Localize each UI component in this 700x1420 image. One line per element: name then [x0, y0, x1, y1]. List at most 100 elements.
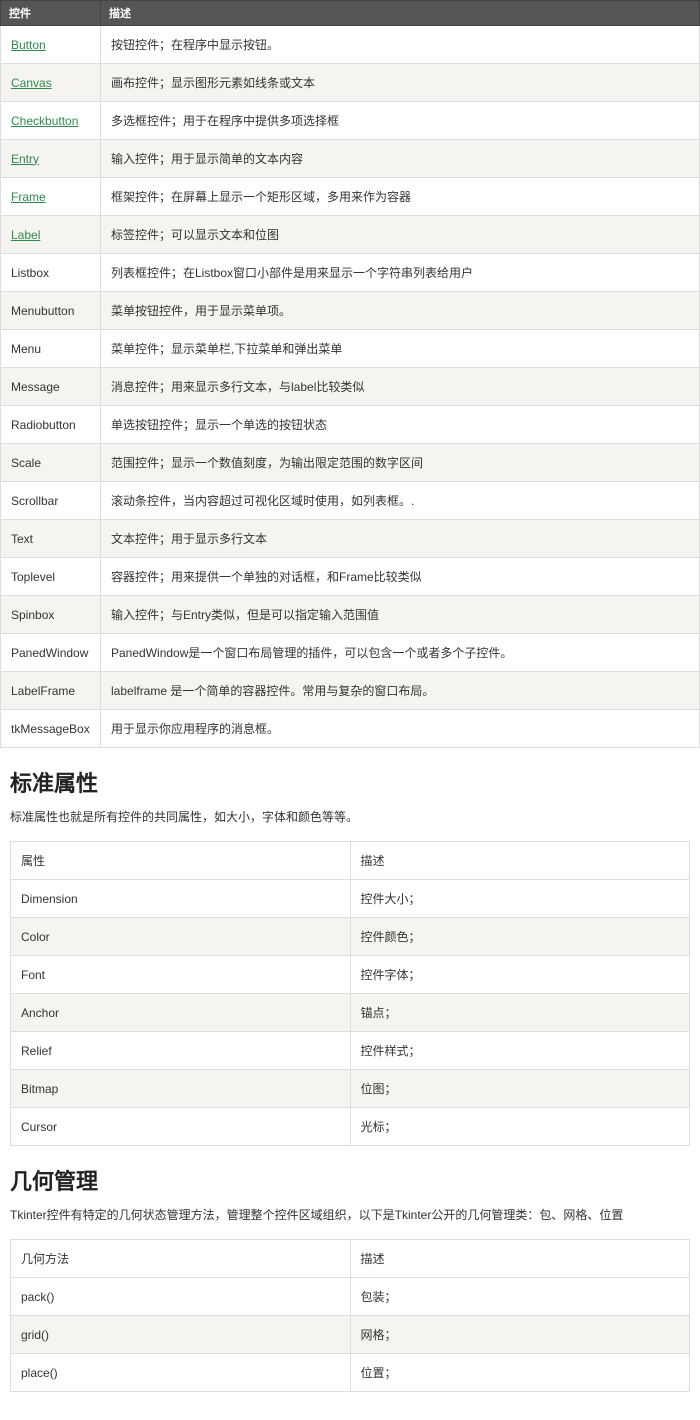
- widgets-header-desc: 描述: [101, 1, 700, 26]
- desc-cell: 控件字体；: [350, 956, 690, 994]
- widget-name-cell: Button: [1, 26, 101, 64]
- table-row: tkMessageBox用于显示你应用程序的消息框。: [1, 710, 700, 748]
- widget-name-cell: Menubutton: [1, 292, 101, 330]
- widget-name-cell: Scale: [1, 444, 101, 482]
- desc-cell: 控件样式；: [350, 1032, 690, 1070]
- desc-cell: 控件大小；: [350, 880, 690, 918]
- table-row: Label 标签控件；可以显示文本和位图: [1, 216, 700, 254]
- table-row: place()位置；: [11, 1354, 690, 1392]
- table-row: Listbox列表框控件；在Listbox窗口小部件是用来显示一个字符串列表给用…: [1, 254, 700, 292]
- attrs-header-name: 属性: [11, 842, 351, 880]
- widget-name-cell: Label: [1, 216, 101, 254]
- desc-cell: 锚点；: [350, 994, 690, 1032]
- table-row: pack()包装；: [11, 1278, 690, 1316]
- table-row: Checkbutton多选框控件；用于在程序中提供多项选择框: [1, 102, 700, 140]
- geom-intro: Tkinter控件有特定的几何状态管理方法，管理整个控件区域组织，以下是Tkin…: [10, 1206, 690, 1225]
- name-cell: Font: [11, 956, 351, 994]
- table-row: Font控件字体；: [11, 956, 690, 994]
- widget-desc-cell: 框架控件；在屏幕上显示一个矩形区域，多用来作为容器: [101, 178, 700, 216]
- widget-desc-cell: 输入控件；与Entry类似，但是可以指定输入范围值: [101, 596, 700, 634]
- desc-cell: 光标；: [350, 1108, 690, 1146]
- table-row: Frame 框架控件；在屏幕上显示一个矩形区域，多用来作为容器: [1, 178, 700, 216]
- table-row: Relief控件样式；: [11, 1032, 690, 1070]
- geom-header-desc: 描述: [350, 1240, 690, 1278]
- widget-desc-cell: 用于显示你应用程序的消息框。: [101, 710, 700, 748]
- desc-cell: 包装；: [350, 1278, 690, 1316]
- widget-name-cell: Entry: [1, 140, 101, 178]
- widget-link[interactable]: Entry: [11, 152, 39, 166]
- widget-name-cell: PanedWindow: [1, 634, 101, 672]
- table-row: Cursor光标；: [11, 1108, 690, 1146]
- widget-desc-cell: 范围控件；显示一个数值刻度，为输出限定范围的数字区间: [101, 444, 700, 482]
- widget-name-cell: Text: [1, 520, 101, 558]
- widget-desc-cell: 标签控件；可以显示文本和位图: [101, 216, 700, 254]
- table-row: Anchor锚点；: [11, 994, 690, 1032]
- desc-cell: 位置；: [350, 1354, 690, 1392]
- table-row: Menubutton菜单按钮控件，用于显示菜单项。: [1, 292, 700, 330]
- geom-table: 几何方法 描述 pack()包装；grid()网格；place()位置；: [10, 1239, 690, 1392]
- widget-desc-cell: 按钮控件；在程序中显示按钮。: [101, 26, 700, 64]
- widget-name-cell: Radiobutton: [1, 406, 101, 444]
- attrs-table: 属性 描述 Dimension控件大小；Color控件颜色；Font控件字体；A…: [10, 841, 690, 1146]
- table-row: Canvas 画布控件；显示图形元素如线条或文本: [1, 64, 700, 102]
- widget-link[interactable]: Button: [11, 38, 46, 52]
- table-row: Message消息控件；用来显示多行文本，与label比较类似: [1, 368, 700, 406]
- widget-desc-cell: 滚动条控件，当内容超过可视化区域时使用，如列表框。.: [101, 482, 700, 520]
- widget-desc-cell: labelframe 是一个简单的容器控件。常用与复杂的窗口布局。: [101, 672, 700, 710]
- widget-name-cell: tkMessageBox: [1, 710, 101, 748]
- widget-link[interactable]: Checkbutton: [11, 114, 78, 128]
- widget-link[interactable]: Label: [11, 228, 40, 242]
- table-row: Bitmap位图；: [11, 1070, 690, 1108]
- widget-desc-cell: PanedWindow是一个窗口布局管理的插件，可以包含一个或者多个子控件。: [101, 634, 700, 672]
- widget-desc-cell: 画布控件；显示图形元素如线条或文本: [101, 64, 700, 102]
- widget-link[interactable]: Canvas: [11, 76, 52, 90]
- widget-link[interactable]: Frame: [11, 190, 46, 204]
- name-cell: Cursor: [11, 1108, 351, 1146]
- geom-heading: 几何管理: [10, 1164, 690, 1196]
- name-cell: grid(): [11, 1316, 351, 1354]
- table-row: PanedWindowPanedWindow是一个窗口布局管理的插件，可以包含一…: [1, 634, 700, 672]
- widgets-table: 控件 描述 Button按钮控件；在程序中显示按钮。Canvas画布控件；显示图…: [0, 0, 700, 748]
- widget-name-cell: Toplevel: [1, 558, 101, 596]
- attrs-intro: 标准属性也就是所有控件的共同属性，如大小，字体和颜色等等。: [10, 808, 690, 827]
- name-cell: Anchor: [11, 994, 351, 1032]
- widget-name-cell: Scrollbar: [1, 482, 101, 520]
- table-row: Radiobutton单选按钮控件；显示一个单选的按钮状态: [1, 406, 700, 444]
- widget-desc-cell: 菜单按钮控件，用于显示菜单项。: [101, 292, 700, 330]
- widget-name-cell: Spinbox: [1, 596, 101, 634]
- geom-header-name: 几何方法: [11, 1240, 351, 1278]
- table-row: Button 按钮控件；在程序中显示按钮。: [1, 26, 700, 64]
- table-row: Color控件颜色；: [11, 918, 690, 956]
- widget-desc-cell: 单选按钮控件；显示一个单选的按钮状态: [101, 406, 700, 444]
- name-cell: Bitmap: [11, 1070, 351, 1108]
- table-row: Menu菜单控件；显示菜单栏,下拉菜单和弹出菜单: [1, 330, 700, 368]
- widget-name-cell: LabelFrame: [1, 672, 101, 710]
- widget-name-cell: Menu: [1, 330, 101, 368]
- table-row: Text文本控件；用于显示多行文本: [1, 520, 700, 558]
- name-cell: Dimension: [11, 880, 351, 918]
- desc-cell: 控件颜色；: [350, 918, 690, 956]
- widget-desc-cell: 列表框控件；在Listbox窗口小部件是用来显示一个字符串列表给用户: [101, 254, 700, 292]
- table-row: Spinbox输入控件；与Entry类似，但是可以指定输入范围值: [1, 596, 700, 634]
- name-cell: pack(): [11, 1278, 351, 1316]
- desc-cell: 位图；: [350, 1070, 690, 1108]
- widget-desc-cell: 菜单控件；显示菜单栏,下拉菜单和弹出菜单: [101, 330, 700, 368]
- widget-desc-cell: 输入控件；用于显示简单的文本内容: [101, 140, 700, 178]
- widget-desc-cell: 文本控件；用于显示多行文本: [101, 520, 700, 558]
- widget-name-cell: Frame: [1, 178, 101, 216]
- table-row: Entry 输入控件；用于显示简单的文本内容: [1, 140, 700, 178]
- table-row: Scrollbar滚动条控件，当内容超过可视化区域时使用，如列表框。.: [1, 482, 700, 520]
- attrs-heading: 标准属性: [10, 766, 690, 798]
- name-cell: Color: [11, 918, 351, 956]
- widget-desc-cell: 消息控件；用来显示多行文本，与label比较类似: [101, 368, 700, 406]
- widget-name-cell: Message: [1, 368, 101, 406]
- widget-desc-cell: 容器控件；用来提供一个单独的对话框，和Frame比较类似: [101, 558, 700, 596]
- table-row: LabelFramelabelframe 是一个简单的容器控件。常用与复杂的窗口…: [1, 672, 700, 710]
- widget-name-cell: Listbox: [1, 254, 101, 292]
- table-row: grid()网格；: [11, 1316, 690, 1354]
- attrs-header-desc: 描述: [350, 842, 690, 880]
- desc-cell: 网格；: [350, 1316, 690, 1354]
- table-row: Dimension控件大小；: [11, 880, 690, 918]
- table-row: Toplevel容器控件；用来提供一个单独的对话框，和Frame比较类似: [1, 558, 700, 596]
- widget-name-cell: Canvas: [1, 64, 101, 102]
